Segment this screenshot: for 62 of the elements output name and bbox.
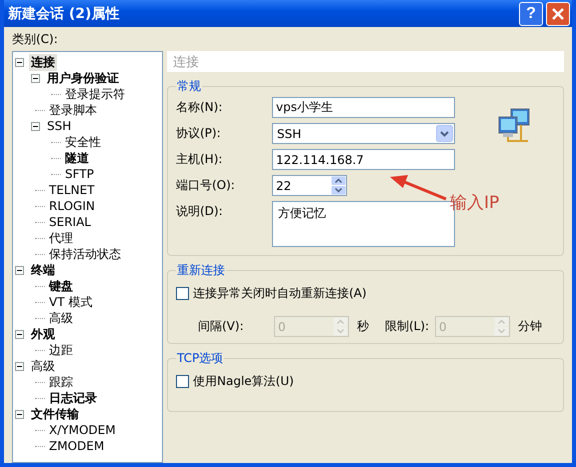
expander-icon[interactable]: [15, 58, 24, 66]
tree-item[interactable]: 安全性: [63, 134, 103, 150]
group-title: TCP选项: [176, 350, 224, 367]
field-label: 说明(D):: [176, 203, 224, 220]
tree-item[interactable]: 外观: [29, 326, 57, 342]
tree-item[interactable]: 登录脚本: [47, 102, 99, 118]
field-label: 主机(H):: [176, 151, 224, 168]
network-computers-icon: [497, 107, 531, 143]
tree-item[interactable]: 隧道: [63, 150, 91, 166]
tree-item[interactable]: 连接: [29, 54, 57, 70]
tree-item[interactable]: 高级: [47, 310, 75, 326]
annotation-arrow: [388, 173, 448, 201]
field-label: 名称(N):: [176, 99, 224, 116]
field-label: 协议(P):: [176, 125, 222, 142]
tree-item[interactable]: 文件传输: [29, 406, 81, 422]
tree-item[interactable]: 日志记录: [47, 390, 99, 406]
text-field[interactable]: vps小学生: [272, 97, 455, 118]
tree-item[interactable]: X/YMODEM: [47, 423, 118, 437]
category-label: 类别(C):: [12, 31, 59, 48]
tree-item[interactable]: 保持活动状态: [47, 246, 123, 262]
unit-label: 秒: [357, 318, 369, 335]
tree-item[interactable]: 用户身份验证: [45, 70, 121, 86]
tree-item[interactable]: 键盘: [47, 278, 75, 294]
spin-arrows-icon[interactable]: [331, 176, 346, 195]
tree-item[interactable]: 边距: [47, 342, 75, 358]
window-title: 新建会话 (2)属性: [8, 4, 120, 22]
expander-icon[interactable]: [15, 362, 24, 370]
group-title: 常规: [176, 78, 202, 95]
expander-icon[interactable]: [15, 266, 24, 274]
help-button[interactable]: ?: [519, 2, 543, 26]
unit-label: 分钟: [518, 318, 542, 335]
panel-title: 连接: [167, 51, 564, 72]
checkbox-label: 连接异常关闭时自动重新连接(A): [193, 285, 367, 302]
tree-item[interactable]: 高级: [29, 358, 57, 374]
field-label: 间隔(V):: [198, 318, 245, 335]
expander-icon[interactable]: [31, 74, 40, 82]
expander-icon[interactable]: [31, 122, 40, 130]
tree-item[interactable]: 代理: [47, 230, 75, 246]
field-label: 端口号(O):: [176, 177, 236, 194]
tree-item[interactable]: SSH: [45, 119, 74, 133]
checkbox[interactable]: [176, 287, 189, 300]
group-title: 重新连接: [176, 262, 226, 279]
port-spinner[interactable]: 22: [272, 175, 347, 196]
tree-item[interactable]: ZMODEM: [47, 439, 106, 453]
tree-item[interactable]: TELNET: [47, 183, 96, 197]
tree-item[interactable]: SERIAL: [47, 215, 93, 229]
checkbox-label: 使用Nagle算法(U): [193, 373, 294, 390]
tree-item[interactable]: 跟踪: [47, 374, 75, 390]
expander-icon[interactable]: [15, 410, 24, 418]
close-icon: [552, 8, 564, 20]
tree-item[interactable]: RLOGIN: [47, 199, 97, 213]
tree-item[interactable]: 终端: [29, 262, 57, 278]
protocol-dropdown[interactable]: SSH: [272, 123, 455, 144]
tree-item[interactable]: VT 模式: [47, 294, 94, 310]
expander-icon[interactable]: [15, 330, 24, 338]
checkbox[interactable]: [176, 375, 189, 388]
tree-item[interactable]: SFTP: [63, 167, 96, 181]
close-button[interactable]: [546, 2, 570, 26]
text-field[interactable]: 122.114.168.7: [272, 149, 455, 170]
field-label: 限制(L):: [385, 318, 430, 335]
dropdown-caret-icon[interactable]: [436, 125, 453, 142]
tree-item[interactable]: 登录提示符: [63, 86, 127, 102]
